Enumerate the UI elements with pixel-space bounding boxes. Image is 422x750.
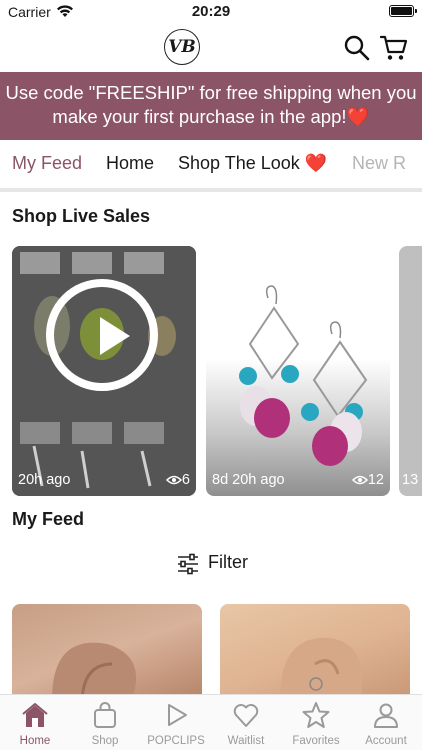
bottom-tab-home[interactable]: Home <box>0 695 70 750</box>
bottom-tab-favorites[interactable]: Favorites <box>281 695 351 750</box>
live-sale-card[interactable]: 13 <box>399 246 422 496</box>
bottom-tab-bar: Home Shop POPCLIPS Waitlist Favorites Ac… <box>0 694 422 750</box>
tab-label: New R <box>352 153 407 173</box>
bottom-tab-popclips[interactable]: POPCLIPS <box>141 695 211 750</box>
clock: 20:29 <box>191 3 231 20</box>
bottom-tab-label: Shop <box>91 735 119 747</box>
home-icon <box>22 703 48 727</box>
play-icon <box>168 704 187 726</box>
ear-photo <box>280 637 362 700</box>
brand-logo[interactable]: VB <box>164 29 200 65</box>
bag-icon <box>94 702 116 728</box>
sale-time: 13 <box>402 472 419 488</box>
promo-banner[interactable]: Use code "FREESHIP" for free shipping wh… <box>0 72 422 140</box>
active-tab-indicator <box>12 188 82 192</box>
top-nav: VB <box>0 24 422 72</box>
eye-icon <box>351 475 368 485</box>
person-icon <box>374 703 398 728</box>
bottom-tab-label: Favorites <box>292 735 340 747</box>
tab-home[interactable]: Home <box>106 153 154 188</box>
tab-shop-the-look[interactable]: Shop The Look ❤️ <box>178 153 327 188</box>
view-count-value: 6 <box>181 472 190 488</box>
bottom-tab-shop[interactable]: Shop <box>70 695 140 750</box>
tab-new-releases[interactable]: New R <box>352 153 406 188</box>
tab-label: Home <box>106 153 155 173</box>
tab-my-feed[interactable]: My Feed <box>12 153 82 188</box>
battery-icon <box>389 5 417 17</box>
search-icon[interactable] <box>343 34 371 62</box>
star-icon <box>302 702 330 728</box>
earrings-image <box>239 285 368 466</box>
live-sale-card[interactable]: 8d 20h ago 12 <box>206 246 390 496</box>
live-sale-card[interactable]: 20h ago 6 <box>12 246 196 496</box>
ear-photo <box>52 642 137 700</box>
category-tabs: My Feed Home Shop The Look ❤️ New R <box>0 140 422 192</box>
status-bar: Carrier 20:29 <box>0 0 422 24</box>
sale-time: 8d 20h ago <box>212 472 285 488</box>
bottom-tab-label: Account <box>365 735 407 747</box>
filter-label: Filter <box>208 552 248 572</box>
live-sales-title: Shop Live Sales <box>12 206 151 226</box>
feed-post-card[interactable] <box>220 604 410 700</box>
play-button[interactable] <box>46 279 158 391</box>
cart-icon[interactable] <box>380 34 408 62</box>
sale-time: 20h ago <box>18 472 71 488</box>
feed-post-card[interactable] <box>12 604 202 700</box>
bottom-tab-label: POPCLIPS <box>147 735 205 747</box>
view-count-value: 12 <box>367 472 384 488</box>
bottom-tab-account[interactable]: Account <box>351 695 421 750</box>
play-icon <box>100 317 130 355</box>
view-count: 12 <box>351 472 384 488</box>
heart-icon <box>233 704 259 727</box>
filter-icon <box>178 553 198 575</box>
view-count: 6 <box>165 472 190 488</box>
tab-label: My Feed <box>12 153 83 173</box>
eye-icon <box>165 475 182 485</box>
bottom-tab-label: Home <box>19 735 51 747</box>
tab-label: Shop The Look ❤️ <box>178 153 328 173</box>
bottom-tab-label: Waitlist <box>227 735 265 747</box>
bottom-tab-waitlist[interactable]: Waitlist <box>211 695 281 750</box>
feed-title: My Feed <box>12 509 85 529</box>
